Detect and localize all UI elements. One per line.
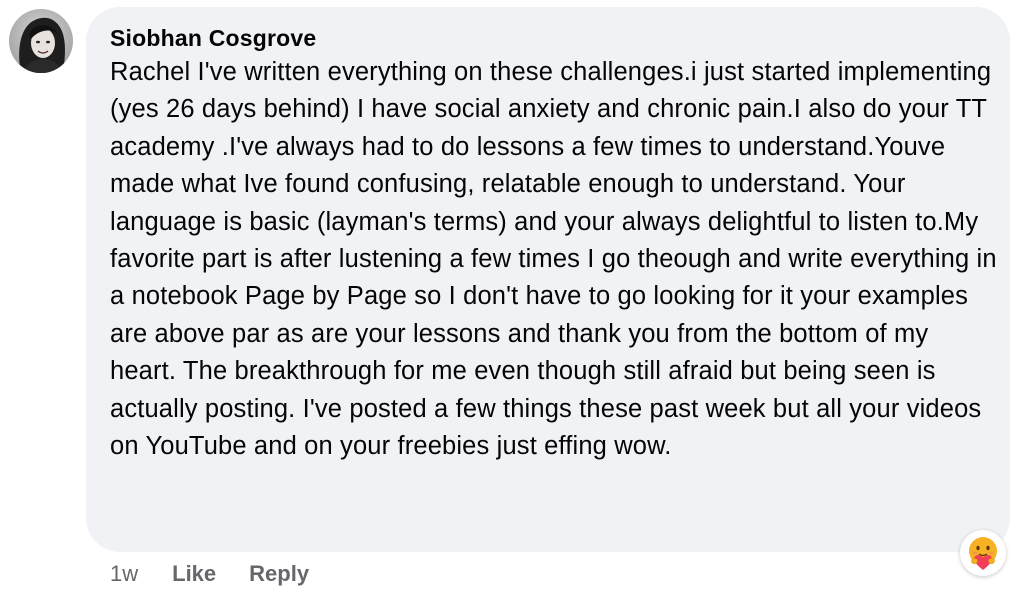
care-reaction-icon[interactable] [960, 530, 1006, 576]
care-emoji [969, 537, 997, 570]
like-button[interactable]: Like [172, 561, 216, 587]
comment: Siobhan Cosgrove Rachel I've written eve… [0, 0, 1018, 594]
comment-text: Rachel I've written everything on these … [110, 58, 997, 461]
profile-photo-icon [9, 9, 73, 73]
reply-button[interactable]: Reply [249, 561, 309, 587]
comment-timestamp[interactable]: 1w [110, 561, 138, 587]
author-avatar[interactable] [9, 9, 73, 73]
comment-bubble: Siobhan Cosgrove Rachel I've written eve… [86, 7, 1010, 552]
comment-actions: 1w Like Reply [110, 559, 342, 589]
comment-author[interactable]: Siobhan Cosgrove [110, 25, 316, 52]
